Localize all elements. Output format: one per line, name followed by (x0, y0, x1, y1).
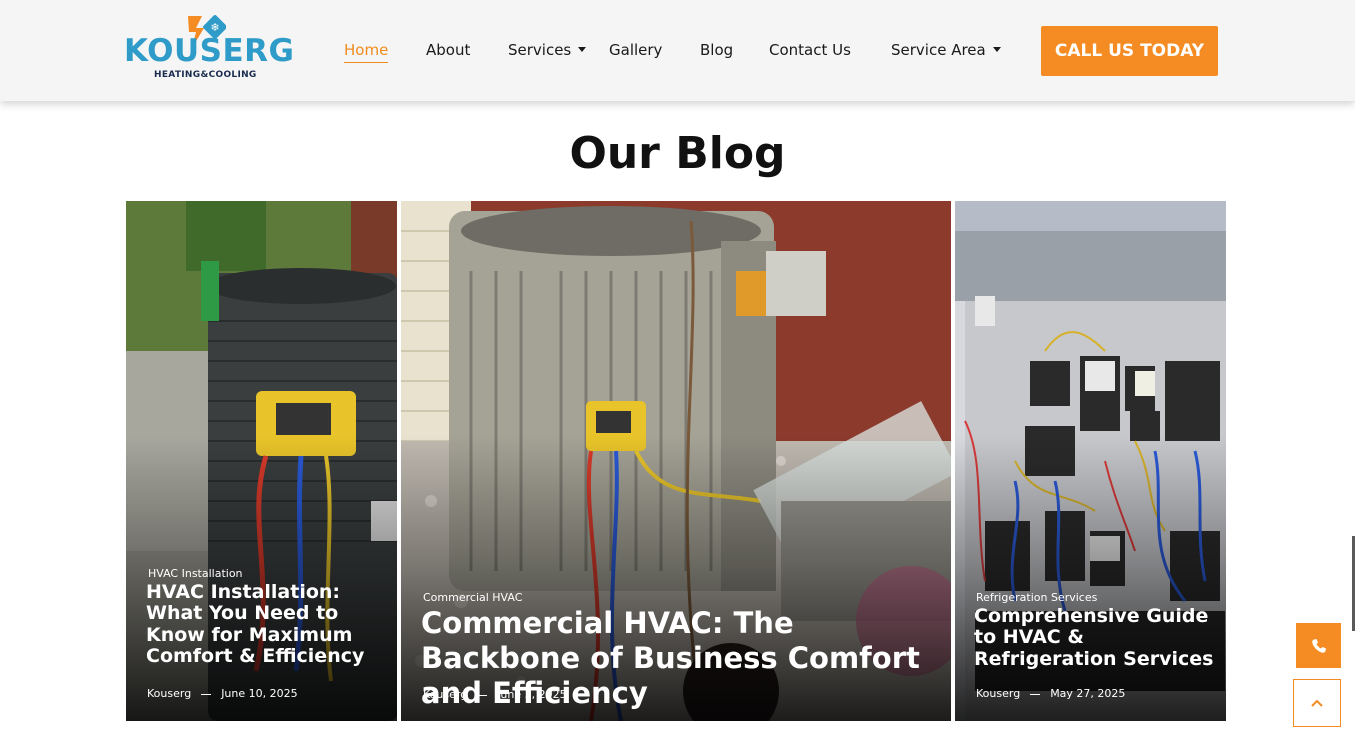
nav-service-area-label: Service Area (891, 41, 986, 59)
meta-separator (477, 694, 488, 696)
site-logo[interactable]: ❄ KOUSERG HEATING&COOLING (124, 14, 295, 84)
post-author[interactable]: Kouserg (147, 687, 191, 700)
card-gradient (955, 435, 1226, 721)
phone-icon (1311, 638, 1326, 653)
post-author[interactable]: Kouserg (976, 687, 1020, 700)
blog-card[interactable]: HVAC Installation HVAC Installation: Wha… (126, 201, 397, 721)
logo-wordmark: KOUSERG (124, 33, 295, 69)
post-category[interactable]: HVAC Installation (148, 567, 243, 580)
nav-blog[interactable]: Blog (700, 40, 733, 60)
chevron-down-icon (992, 47, 1001, 52)
chevron-up-icon (1311, 699, 1323, 707)
call-float-button[interactable] (1296, 623, 1341, 668)
post-date: May 27, 2025 (1050, 687, 1126, 700)
nav-about[interactable]: About (426, 40, 470, 60)
meta-separator (1030, 693, 1041, 695)
post-author[interactable]: Kouserg (423, 688, 467, 701)
nav-contact-us[interactable]: Contact Us (769, 40, 851, 60)
post-title[interactable]: HVAC Installation: What You Need to Know… (146, 581, 394, 667)
chevron-down-icon (578, 47, 587, 52)
logo-tagline: HEATING&COOLING (154, 70, 257, 80)
blog-card[interactable]: Refrigeration Services Comprehensive Gui… (955, 201, 1226, 721)
post-date: June 10, 2025 (221, 687, 298, 700)
nav-service-area[interactable]: Service Area (891, 40, 1001, 60)
post-date: June 3, 2025 (497, 688, 567, 701)
site-header: ❄ KOUSERG HEATING&COOLING Home About Ser… (0, 0, 1355, 101)
post-category[interactable]: Commercial HVAC (423, 591, 522, 604)
nav-services[interactable]: Services (508, 40, 587, 60)
nav-gallery[interactable]: Gallery (609, 40, 662, 60)
call-us-button[interactable]: CALL US TODAY (1041, 26, 1218, 76)
post-category[interactable]: Refrigeration Services (976, 591, 1097, 604)
post-meta: Kouserg June 10, 2025 (147, 687, 298, 700)
meta-separator (201, 693, 212, 695)
scroll-to-top-button[interactable] (1293, 679, 1341, 727)
post-meta: Kouserg June 3, 2025 (423, 688, 567, 701)
post-meta: Kouserg May 27, 2025 (976, 687, 1125, 700)
post-title[interactable]: Comprehensive Guide to HVAC & Refrigerat… (974, 605, 1226, 670)
nav-services-label: Services (508, 41, 572, 59)
nav-home[interactable]: Home (344, 40, 389, 63)
section-title: Our Blog (569, 128, 786, 179)
blog-card[interactable]: Commercial HVAC Commercial HVAC: The Bac… (401, 201, 951, 721)
